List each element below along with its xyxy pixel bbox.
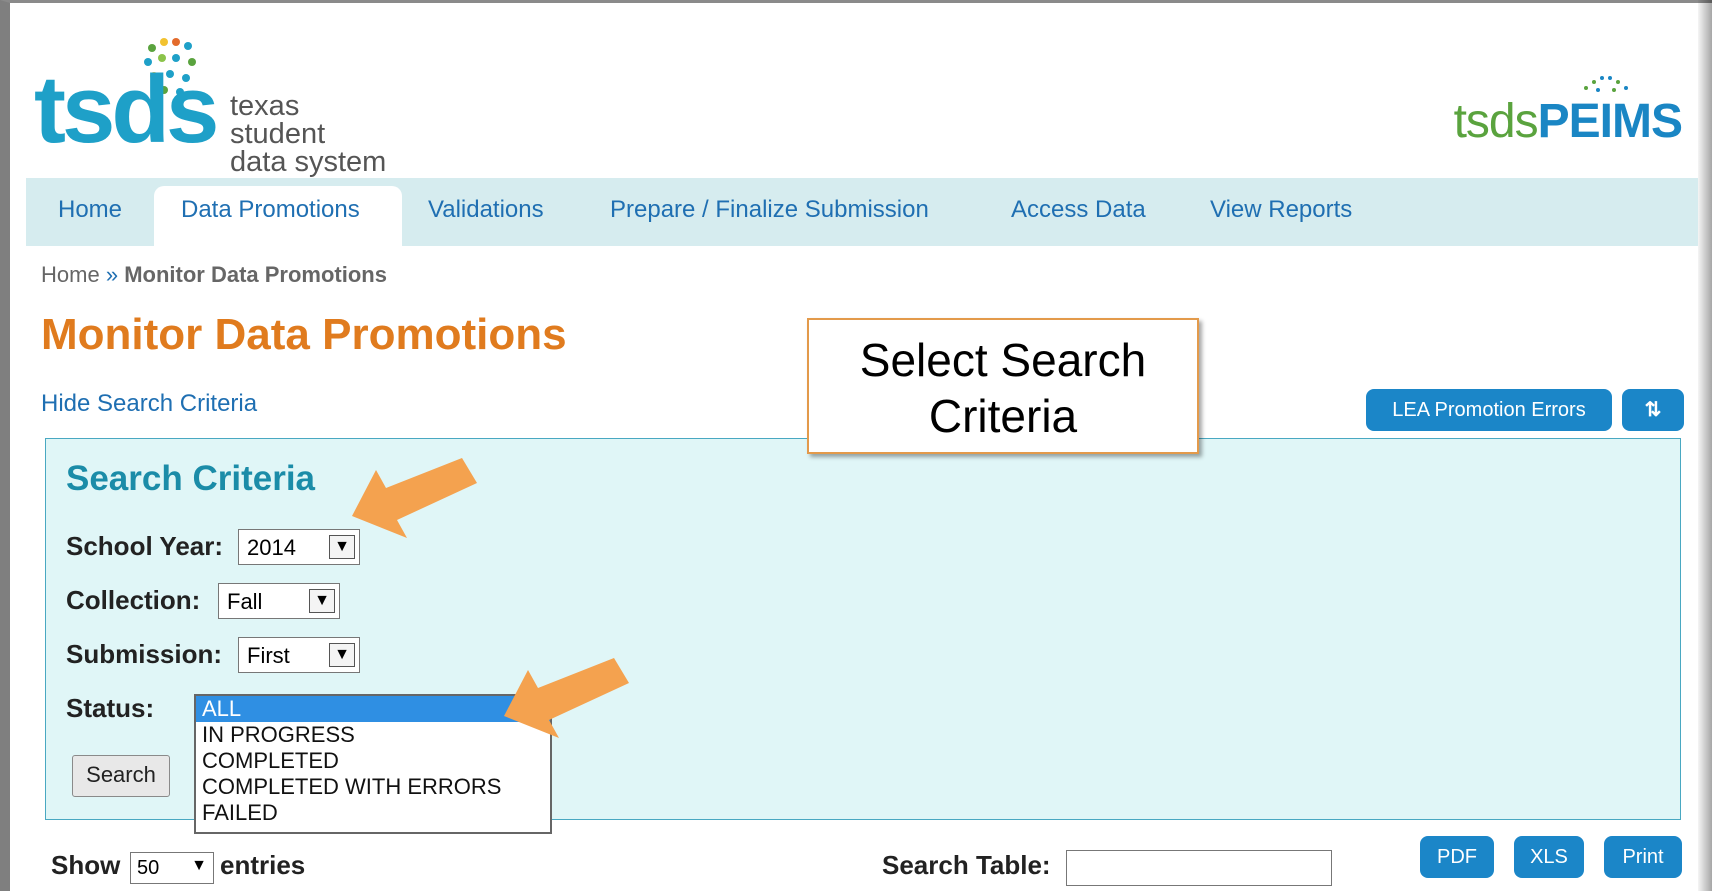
chevron-down-icon: ▼ <box>309 589 335 613</box>
chevron-down-icon: ▼ <box>329 535 355 559</box>
chevron-down-icon: ▼ <box>191 857 207 874</box>
logo-wordmark: tsds <box>34 56 219 163</box>
status-option-completed[interactable]: COMPLETED <box>196 748 550 774</box>
school-year-label: School Year: <box>66 531 224 561</box>
peims-suffix: PEIMS <box>1537 95 1683 148</box>
lea-promotion-errors-button[interactable]: LEA Promotion Errors <box>1366 389 1612 431</box>
breadcrumb-separator: » <box>105 262 119 287</box>
submission-label: Submission: <box>66 639 223 669</box>
hide-search-criteria-link[interactable]: Hide Search Criteria <box>41 390 257 418</box>
breadcrumb-home[interactable]: Home <box>41 262 100 287</box>
refresh-icon: ⇅ <box>1644 399 1662 421</box>
breadcrumb-current: Monitor Data Promotions <box>124 262 387 287</box>
page: tsds texas student data system tsdsPEIMS… <box>26 10 1698 891</box>
callout-box: Select Search Criteria <box>807 318 1199 454</box>
collection-select[interactable]: Fall ▼ <box>218 583 340 619</box>
nav-item-access-data[interactable]: Access Data <box>1011 196 1146 224</box>
status-option-completed-with-errors[interactable]: COMPLETED WITH ERRORS <box>196 774 550 800</box>
status-option-all[interactable]: ALL <box>196 696 550 722</box>
nav-item-home[interactable]: Home <box>58 196 122 224</box>
nav-item-view-reports[interactable]: View Reports <box>1210 196 1352 224</box>
status-option-in-progress[interactable]: IN PROGRESS <box>196 722 550 748</box>
search-button[interactable]: Search <box>72 755 170 797</box>
collection-value: Fall <box>227 589 263 614</box>
show-label: Show <box>51 850 121 880</box>
entries-select[interactable]: 50 ▼ <box>130 852 214 884</box>
arrow-annotation-icon <box>504 658 629 738</box>
submission-select[interactable]: First ▼ <box>238 637 360 673</box>
search-criteria-title: Search Criteria <box>66 459 316 498</box>
main-nav: Home Data Promotions Validations Prepare… <box>26 178 1698 246</box>
peims-dots-icon <box>1584 76 1628 92</box>
entries-value: 50 <box>137 857 160 879</box>
school-year-value: 2014 <box>247 535 296 560</box>
nav-item-validations[interactable]: Validations <box>428 196 544 224</box>
status-listbox[interactable]: ALL IN PROGRESS COMPLETED COMPLETED WITH… <box>194 694 552 834</box>
xls-button[interactable]: XLS <box>1514 836 1584 878</box>
callout-line1: Select Search <box>859 334 1147 386</box>
collection-label: Collection: <box>66 585 201 615</box>
logo-subtitle-line2: data system <box>230 146 387 178</box>
nav-item-prepare-finalize[interactable]: Prepare / Finalize Submission <box>610 196 929 224</box>
logo-subtitle: texas student data system <box>230 90 394 178</box>
window-shadow <box>1698 0 1712 891</box>
search-table-input[interactable] <box>1066 850 1332 886</box>
refresh-button[interactable]: ⇅ <box>1622 389 1684 431</box>
page-title: Monitor Data Promotions <box>41 310 567 359</box>
entries-label: entries <box>220 850 306 880</box>
breadcrumb: Home » Monitor Data Promotions <box>41 262 387 288</box>
callout-line2: Criteria <box>928 390 1078 442</box>
pdf-button[interactable]: PDF <box>1420 836 1494 878</box>
arrow-annotation-icon <box>352 458 477 538</box>
logo-subtitle-line1: texas student <box>230 90 326 150</box>
chevron-down-icon: ▼ <box>329 643 355 667</box>
submission-value: First <box>247 643 290 668</box>
school-year-select[interactable]: 2014 ▼ <box>238 529 360 565</box>
print-button[interactable]: Print <box>1604 836 1682 878</box>
peims-logo[interactable]: tsdsPEIMS <box>1453 95 1683 148</box>
status-option-failed[interactable]: FAILED <box>196 800 550 826</box>
tsds-logo[interactable]: tsds texas student data system <box>34 10 394 177</box>
status-label: Status: <box>66 693 155 723</box>
search-table-label: Search Table: <box>882 850 1051 880</box>
nav-item-data-promotions[interactable]: Data Promotions <box>181 196 360 224</box>
peims-prefix: tsds <box>1453 95 1539 148</box>
